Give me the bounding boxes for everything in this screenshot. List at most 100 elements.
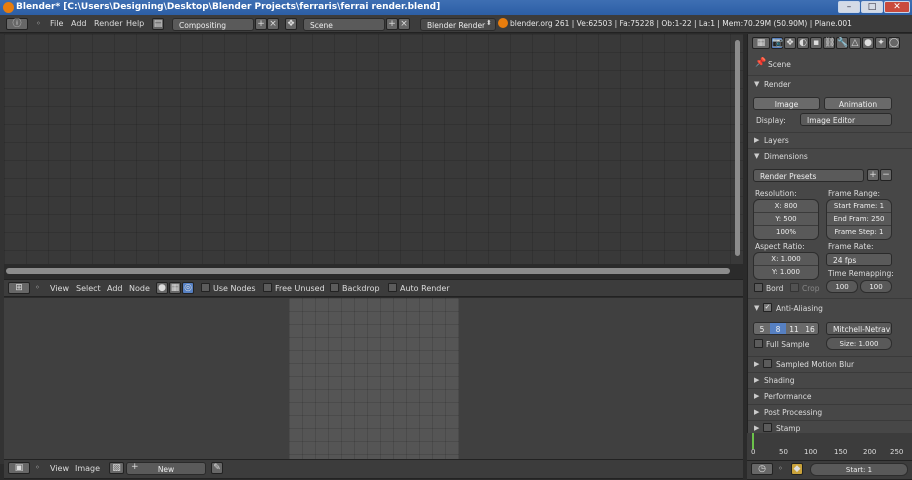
shader-nodes-icon[interactable]: ●	[156, 282, 168, 294]
layout-remove-icon[interactable]: ×	[267, 18, 279, 30]
resolution-percentage-field[interactable]: 100%	[754, 226, 818, 239]
compositing-nodes-icon[interactable]: ◎	[182, 282, 194, 294]
render-presets-select[interactable]: Render Presets	[753, 169, 864, 182]
aa-panel-title[interactable]: Anti-Aliasing	[776, 304, 823, 313]
node-menu-node[interactable]: Node	[129, 284, 150, 293]
scene-field[interactable]: Scene	[303, 18, 385, 31]
post-processing-expand-icon[interactable]: ▶	[754, 408, 759, 416]
horizontal-scrollbar[interactable]	[6, 268, 730, 274]
vertical-scrollbar[interactable]	[735, 40, 740, 256]
free-unused-checkbox[interactable]	[263, 283, 272, 292]
render-collapse-icon[interactable]: ▼	[754, 80, 759, 88]
aa-filter-select[interactable]: Mitchell-Netrav	[826, 322, 892, 335]
stamp-panel-title[interactable]: Stamp	[776, 424, 800, 433]
pin-icon[interactable]: ✎	[211, 462, 223, 474]
frame-rate-select[interactable]: 24 fps	[826, 253, 892, 266]
display-select[interactable]: Image Editor	[800, 113, 892, 126]
render-panel-title[interactable]: Render	[764, 80, 791, 89]
physics-tab-icon[interactable]: ◯	[888, 37, 900, 49]
backdrop-checkbox[interactable]	[330, 283, 339, 292]
material-tab-icon[interactable]: ●	[862, 37, 874, 49]
scene-remove-icon[interactable]: ×	[398, 18, 410, 30]
timeline-start-field[interactable]: Start: 1	[810, 463, 908, 476]
resolution-x-field[interactable]: X: 800	[754, 200, 818, 213]
timeline-editor-type-icon[interactable]: ◷	[751, 463, 773, 475]
node-menu-select[interactable]: Select	[76, 284, 101, 293]
crop-checkbox[interactable]	[790, 283, 799, 292]
compositor-backdrop[interactable]	[4, 34, 743, 264]
pin-scene-icon[interactable]: 📌	[755, 58, 766, 68]
object-tab-icon[interactable]: ▪	[810, 37, 822, 49]
constraints-tab-icon[interactable]: ⛓	[823, 37, 835, 49]
editor-type-icon[interactable]: ⓘ	[6, 18, 28, 30]
start-frame-field[interactable]: Start Frame: 1	[827, 200, 891, 213]
time-remap-old-field[interactable]: 100	[826, 280, 858, 293]
node-menu-view[interactable]: View	[50, 284, 69, 293]
layout-add-icon[interactable]: +	[255, 18, 267, 30]
image-menu-view[interactable]: View	[50, 464, 69, 473]
end-frame-field[interactable]: End Fram: 250	[827, 213, 891, 226]
data-tab-icon[interactable]: △	[849, 37, 861, 49]
menu-render[interactable]: Render	[94, 19, 122, 28]
post-processing-panel-title[interactable]: Post Processing	[764, 408, 822, 417]
shading-expand-icon[interactable]: ▶	[754, 376, 759, 384]
properties-editor-icon[interactable]: ▦	[752, 37, 770, 49]
maximize-button[interactable]: □	[861, 1, 883, 13]
menu-add[interactable]: Add	[71, 19, 87, 28]
aspect-x-field[interactable]: X: 1.000	[754, 253, 818, 266]
scene-tab-icon[interactable]: ❖	[784, 37, 796, 49]
dimensions-panel-title[interactable]: Dimensions	[764, 152, 808, 161]
layout-icon[interactable]: ▤	[152, 18, 164, 30]
aa-collapse-icon[interactable]: ▼	[754, 304, 759, 312]
render-tab-icon[interactable]: 📷	[771, 37, 783, 49]
keyframe-icon[interactable]: ◆	[791, 463, 803, 475]
stamp-checkbox[interactable]	[763, 423, 772, 432]
use-nodes-checkbox[interactable]	[201, 283, 210, 292]
close-button[interactable]: ✕	[884, 1, 910, 13]
timeline-area[interactable]: 0 50 100 150 200 250	[747, 433, 912, 461]
motion-blur-panel-title[interactable]: Sampled Motion Blur	[776, 360, 854, 369]
auto-render-checkbox[interactable]	[388, 283, 397, 292]
menu-file[interactable]: File	[50, 19, 63, 28]
image-browse-icon[interactable]: ▧	[109, 462, 124, 474]
layers-expand-icon[interactable]: ▶	[754, 136, 759, 144]
engine-select[interactable]: Blender Render	[420, 18, 496, 31]
time-remap-new-field[interactable]: 100	[860, 280, 892, 293]
aa-size-field[interactable]: Size: 1.000	[826, 337, 892, 350]
particles-tab-icon[interactable]: ✦	[875, 37, 887, 49]
full-sample-checkbox[interactable]	[754, 339, 763, 348]
layout-field[interactable]: Compositing	[172, 18, 254, 31]
preset-add-icon[interactable]: +	[867, 169, 879, 181]
dimensions-collapse-icon[interactable]: ▼	[754, 152, 759, 160]
image-menu-image[interactable]: Image	[75, 464, 100, 473]
shading-panel-title[interactable]: Shading	[764, 376, 794, 385]
aa-samples-5[interactable]: 5	[754, 323, 770, 334]
aspect-y-field[interactable]: Y: 1.000	[754, 266, 818, 279]
border-checkbox[interactable]	[754, 283, 763, 292]
render-animation-button[interactable]: Animation	[824, 97, 892, 110]
world-tab-icon[interactable]: ◐	[797, 37, 809, 49]
menu-help[interactable]: Help	[126, 19, 144, 28]
aa-samples-16[interactable]: 16	[802, 323, 818, 334]
stamp-expand-icon[interactable]: ▶	[754, 424, 759, 432]
image-editor-type-icon[interactable]: ▣	[8, 462, 30, 474]
current-frame-marker[interactable]	[752, 433, 754, 449]
frame-step-field[interactable]: Frame Step: 1	[827, 226, 891, 239]
image-canvas[interactable]	[289, 298, 459, 460]
performance-expand-icon[interactable]: ▶	[754, 392, 759, 400]
layers-panel-title[interactable]: Layers	[764, 136, 789, 145]
aa-samples-8[interactable]: 8	[770, 323, 786, 334]
motion-blur-checkbox[interactable]	[763, 359, 772, 368]
scene-icon[interactable]: ❖	[285, 18, 297, 30]
texture-nodes-icon[interactable]: ▦	[169, 282, 181, 294]
scene-add-icon[interactable]: +	[386, 18, 398, 30]
minimize-button[interactable]: –	[838, 1, 860, 13]
performance-panel-title[interactable]: Performance	[764, 392, 812, 401]
modifiers-tab-icon[interactable]: 🔧	[836, 37, 848, 49]
resolution-y-field[interactable]: Y: 500	[754, 213, 818, 226]
preset-remove-icon[interactable]: −	[880, 169, 892, 181]
aa-checkbox[interactable]: ✓	[763, 303, 772, 312]
node-menu-add[interactable]: Add	[107, 284, 123, 293]
aa-samples-11[interactable]: 11	[786, 323, 802, 334]
motion-blur-expand-icon[interactable]: ▶	[754, 360, 759, 368]
